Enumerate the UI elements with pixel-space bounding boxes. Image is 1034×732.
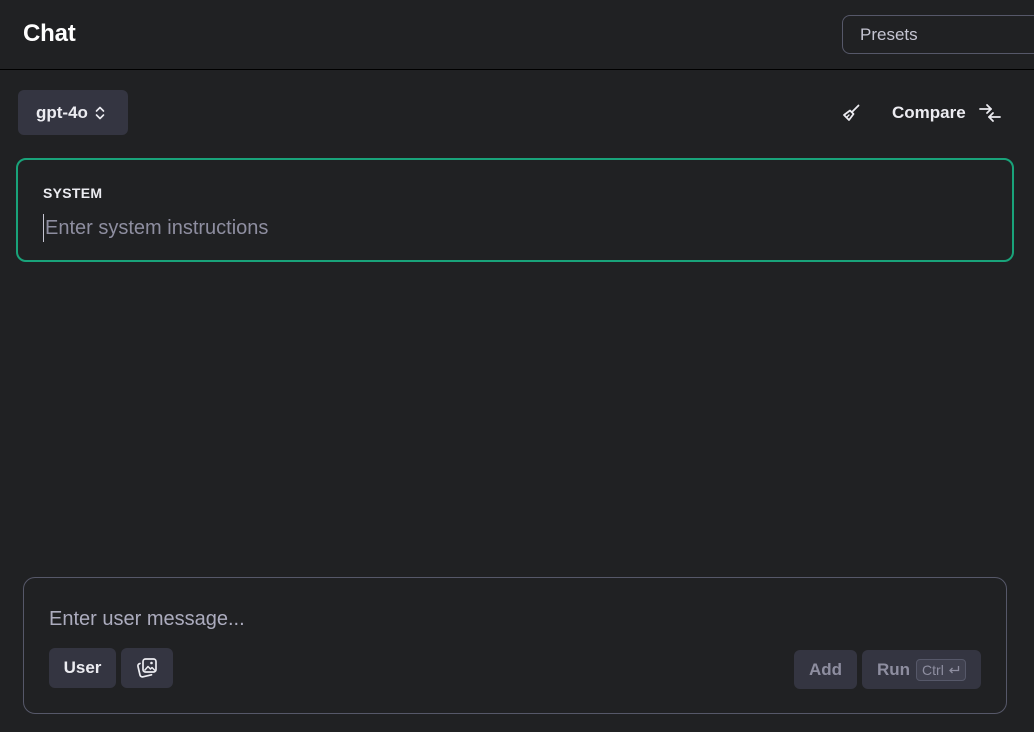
user-message-input[interactable] xyxy=(49,604,979,634)
page-title: Chat xyxy=(23,20,76,47)
role-toggle-button[interactable]: User xyxy=(49,648,116,688)
broom-icon xyxy=(843,104,860,121)
clear-button[interactable] xyxy=(836,98,866,128)
system-instructions-input[interactable] xyxy=(43,214,983,242)
run-label: Run xyxy=(877,659,911,679)
model-select[interactable]: gpt-4o xyxy=(18,90,128,135)
compare-label: Compare xyxy=(892,103,966,122)
enter-key-icon xyxy=(948,665,959,673)
add-message-button[interactable]: Add xyxy=(794,650,857,689)
compare-button[interactable]: Compare xyxy=(882,95,1012,131)
run-button[interactable]: Run Ctrl xyxy=(862,650,981,689)
system-panel: SYSTEM xyxy=(16,158,1014,262)
system-label: SYSTEM xyxy=(43,185,103,201)
chevron-up-down-icon xyxy=(95,106,105,120)
model-select-label: gpt-4o xyxy=(36,102,88,122)
arrows-compare-icon xyxy=(978,104,1001,122)
header: Chat Presets xyxy=(0,0,1034,70)
shortcut-key: Ctrl xyxy=(922,661,944,678)
attach-image-button[interactable] xyxy=(121,648,173,688)
image-gallery-icon xyxy=(137,658,157,678)
message-composer: User Add Run Ctrl xyxy=(23,577,1007,714)
keyboard-shortcut: Ctrl xyxy=(916,658,966,681)
presets-select[interactable]: Presets xyxy=(842,15,1034,54)
